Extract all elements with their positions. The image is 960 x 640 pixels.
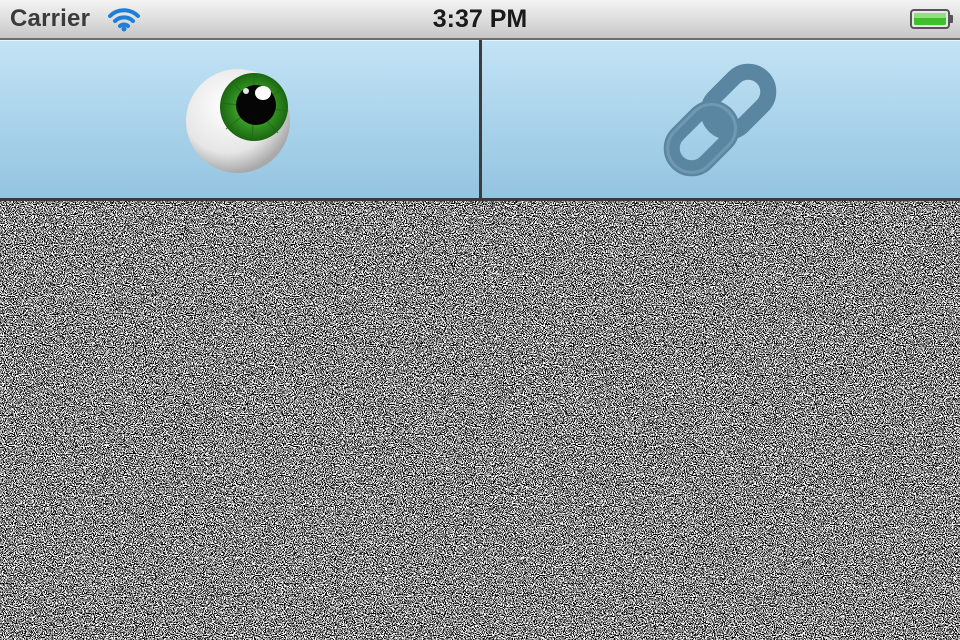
app-screen: Carrier 3:37 PM: [0, 0, 960, 640]
static-noise-image: [0, 201, 960, 640]
link-button[interactable]: [481, 40, 960, 198]
eye-icon: [186, 69, 290, 173]
battery-icon: [910, 9, 953, 29]
clock-time: 3:37 PM: [432, 5, 528, 33]
link-icon: [663, 63, 776, 177]
status-bar: Carrier 3:37 PM: [0, 0, 960, 40]
eye-button[interactable]: [0, 40, 479, 198]
toolbar: [0, 40, 960, 201]
static-noise-view: [0, 201, 960, 640]
